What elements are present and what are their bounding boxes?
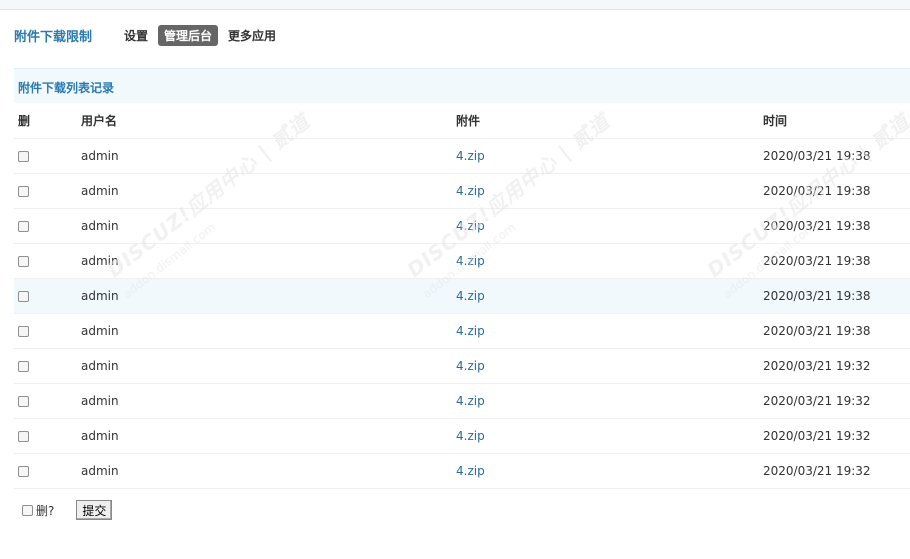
row-time: 2020/03/21 19:32 (763, 383, 910, 419)
row-time: 2020/03/21 19:38 (763, 173, 910, 209)
attachment-link[interactable]: 4.zip (456, 324, 485, 338)
row-cell-delete (14, 383, 81, 419)
table-header-row: 删 用户名 附件 时间 (14, 103, 910, 139)
table-row: admin 4.zip 2020/03/21 19:38 (14, 278, 910, 314)
attachment-link[interactable]: 4.zip (456, 394, 485, 408)
section-title: 附件下载列表记录 (18, 81, 115, 95)
footer-actions: 删? 提交 (22, 500, 113, 520)
row-cell-delete (14, 138, 81, 174)
table-row: admin 4.zip 2020/03/21 19:38 (14, 173, 910, 209)
row-cell-delete (14, 348, 81, 384)
table-row: admin 4.zip 2020/03/21 19:38 (14, 138, 910, 174)
row-attachment-cell: 4.zip (456, 313, 763, 349)
row-attachment-cell: 4.zip (456, 383, 763, 419)
attachment-link[interactable]: 4.zip (456, 219, 485, 233)
row-attachment-cell: 4.zip (456, 173, 763, 209)
row-username: admin (81, 313, 456, 349)
table-row: admin 4.zip 2020/03/21 19:32 (14, 348, 910, 384)
attachment-link[interactable]: 4.zip (456, 429, 485, 443)
top-border (0, 0, 910, 10)
nav-admin-backend[interactable]: 管理后台 (158, 24, 219, 46)
row-username: admin (81, 138, 456, 174)
table-row: admin 4.zip 2020/03/21 19:38 (14, 208, 910, 244)
delete-all-label: 删? (36, 503, 55, 518)
header: 附件下载限制 设置 管理后台 更多应用 (14, 24, 286, 46)
row-cell-delete (14, 313, 81, 349)
attachment-link[interactable]: 4.zip (456, 149, 485, 163)
attachment-link[interactable]: 4.zip (456, 359, 485, 373)
row-delete-checkbox[interactable] (18, 361, 29, 372)
row-delete-checkbox[interactable] (18, 186, 29, 197)
column-header-delete: 删 (14, 103, 81, 139)
table-row: admin 4.zip 2020/03/21 19:38 (14, 313, 910, 349)
nav-settings[interactable]: 设置 (118, 25, 154, 46)
download-records-table: 删 用户名 附件 时间 admin 4.zip 2020/03/21 19:38 ad… (14, 103, 910, 489)
section-header: 附件下载列表记录 (14, 68, 910, 103)
row-delete-checkbox[interactable] (18, 431, 29, 442)
row-time: 2020/03/21 19:38 (763, 278, 910, 314)
row-delete-checkbox[interactable] (18, 466, 29, 477)
row-username: admin (81, 243, 456, 279)
row-username: admin (81, 453, 456, 489)
row-attachment-cell: 4.zip (456, 278, 763, 314)
row-time: 2020/03/21 19:32 (763, 418, 910, 454)
row-time: 2020/03/21 19:38 (763, 208, 910, 244)
attachment-link[interactable]: 4.zip (456, 254, 485, 268)
table-row: admin 4.zip 2020/03/21 19:32 (14, 383, 910, 419)
row-delete-checkbox[interactable] (18, 256, 29, 267)
column-header-attachment: 附件 (456, 103, 763, 139)
table-row: admin 4.zip 2020/03/21 19:32 (14, 418, 910, 454)
row-username: admin (81, 208, 456, 244)
row-username: admin (81, 173, 456, 209)
row-username: admin (81, 383, 456, 419)
column-header-time: 时间 (763, 103, 910, 139)
row-time: 2020/03/21 19:38 (763, 243, 910, 279)
row-time: 2020/03/21 19:32 (763, 348, 910, 384)
row-cell-delete (14, 418, 81, 454)
row-cell-delete (14, 453, 81, 489)
row-time: 2020/03/21 19:38 (763, 138, 910, 174)
row-cell-delete (14, 208, 81, 244)
attachment-link[interactable]: 4.zip (456, 289, 485, 303)
plugin-title: 附件下载限制 (14, 29, 93, 45)
row-attachment-cell: 4.zip (456, 418, 763, 454)
row-attachment-cell: 4.zip (456, 348, 763, 384)
submit-button[interactable]: 提交 (76, 500, 113, 520)
row-attachment-cell: 4.zip (456, 138, 763, 174)
row-attachment-cell: 4.zip (456, 453, 763, 489)
attachment-link[interactable]: 4.zip (456, 184, 485, 198)
row-delete-checkbox[interactable] (18, 326, 29, 337)
row-delete-checkbox[interactable] (18, 396, 29, 407)
row-cell-delete (14, 243, 81, 279)
attachment-link[interactable]: 4.zip (456, 464, 485, 478)
row-delete-checkbox[interactable] (18, 221, 29, 232)
table-row: admin 4.zip 2020/03/21 19:32 (14, 453, 910, 489)
row-delete-checkbox[interactable] (18, 291, 29, 302)
row-attachment-cell: 4.zip (456, 243, 763, 279)
nav-more-apps[interactable]: 更多应用 (222, 25, 282, 46)
column-header-username: 用户名 (81, 103, 456, 139)
row-username: admin (81, 348, 456, 384)
row-time: 2020/03/21 19:32 (763, 453, 910, 489)
row-attachment-cell: 4.zip (456, 208, 763, 244)
delete-all-checkbox[interactable] (22, 504, 33, 516)
table-row: admin 4.zip 2020/03/21 19:38 (14, 243, 910, 279)
row-cell-delete (14, 173, 81, 209)
row-time: 2020/03/21 19:38 (763, 313, 910, 349)
row-username: admin (81, 418, 456, 454)
row-cell-delete (14, 278, 81, 314)
row-delete-checkbox[interactable] (18, 151, 29, 162)
row-username: admin (81, 278, 456, 314)
